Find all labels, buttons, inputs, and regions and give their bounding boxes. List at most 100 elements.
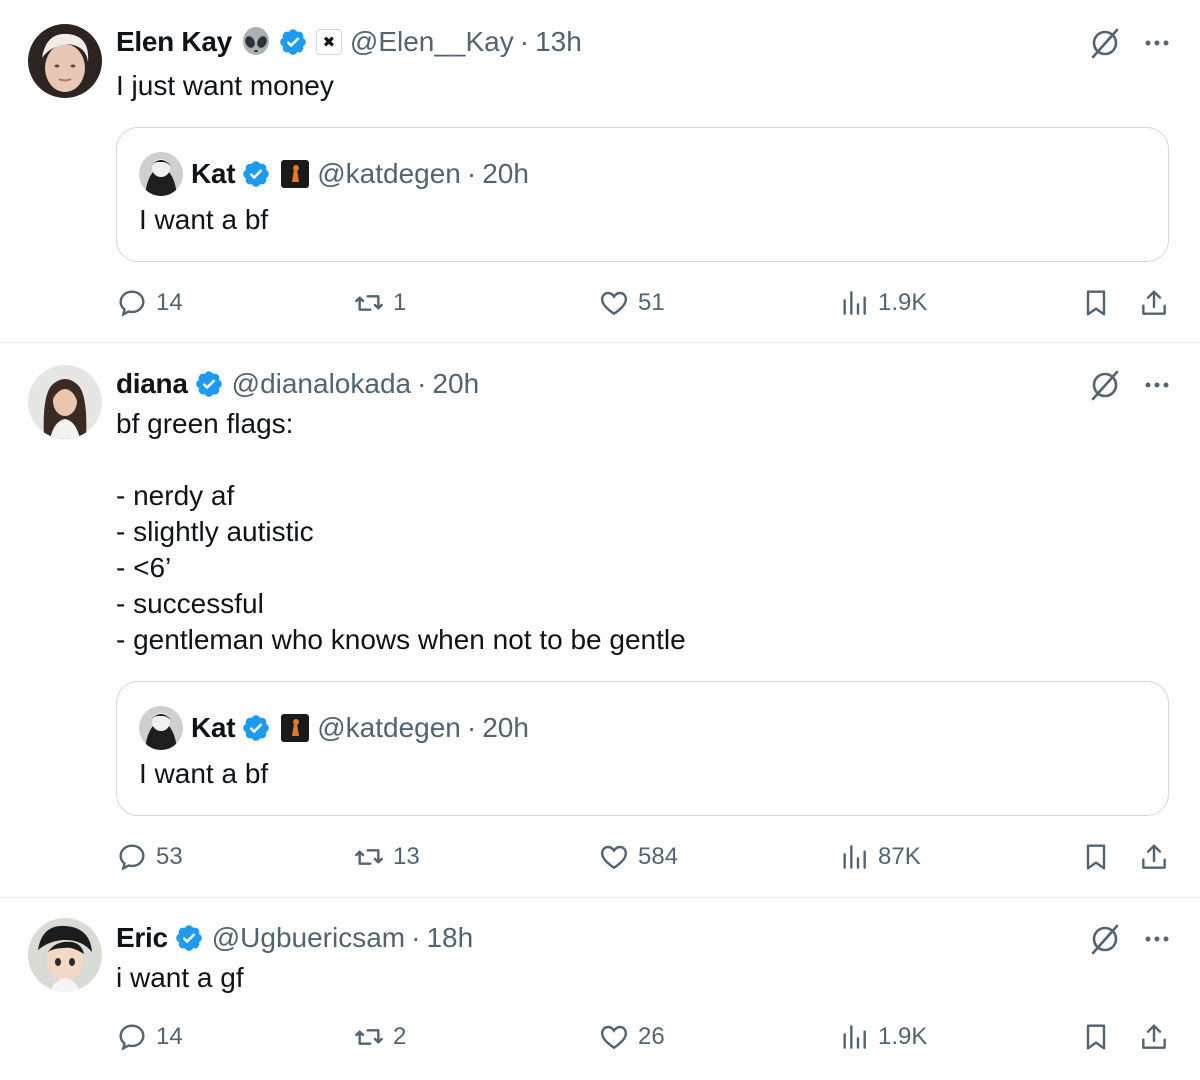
quote-timestamp[interactable]: 20h xyxy=(482,712,529,744)
author-name[interactable]: Eric xyxy=(116,922,168,954)
reply-icon xyxy=(119,290,145,317)
share-icon xyxy=(1142,844,1166,869)
author-name[interactable]: diana xyxy=(116,368,188,400)
author-handle[interactable]: @Ugbuericsam xyxy=(212,922,405,954)
repost-icon xyxy=(355,849,383,865)
quote-timestamp[interactable]: 20h xyxy=(482,158,529,190)
tweet-text: i want a gf xyxy=(116,962,244,993)
grok-icon[interactable] xyxy=(1088,922,1122,956)
verified-badge-icon xyxy=(241,713,271,743)
view-count: 87K xyxy=(878,843,921,870)
like-button[interactable]: 584 xyxy=(598,835,678,879)
tweet-actions: 14 1 51 1.9K xyxy=(116,281,1171,325)
grok-icon[interactable] xyxy=(1088,26,1122,60)
verified-badge-icon xyxy=(241,159,271,189)
author-handle[interactable]: @Elen__Kay xyxy=(350,26,514,58)
quote-header: Kat @katdegen · 20h xyxy=(139,152,529,196)
more-options-icon[interactable] xyxy=(1144,372,1170,398)
timestamp[interactable]: 13h xyxy=(535,26,582,58)
reply-count: 14 xyxy=(156,1023,183,1050)
tweet-actions: 53 13 584 87K xyxy=(116,835,1171,879)
timestamp[interactable]: 18h xyxy=(426,922,473,954)
views-button[interactable]: 1.9K xyxy=(838,281,927,325)
quote-avatar[interactable] xyxy=(139,152,183,196)
quote-text: I want a bf xyxy=(139,204,269,235)
tweet-header: Elen Kay ✖ @Elen__Kay · 13h xyxy=(116,22,582,62)
quote-avatar[interactable] xyxy=(139,706,183,750)
quote-author-handle[interactable]: @katdegen xyxy=(317,712,461,744)
verified-badge-icon xyxy=(194,369,224,399)
bookmark-button[interactable] xyxy=(1080,835,1112,879)
author-handle[interactable]: @dianalokada xyxy=(232,368,411,400)
analytics-icon xyxy=(843,845,866,869)
share-button[interactable] xyxy=(1138,835,1170,879)
avatar[interactable] xyxy=(28,365,102,439)
reply-count: 14 xyxy=(156,289,183,316)
tweet[interactable]: diana @dianalokada · 20h bf green flags:… xyxy=(0,343,1200,898)
share-button[interactable] xyxy=(1138,281,1170,325)
heart-icon xyxy=(600,291,628,316)
analytics-icon xyxy=(843,291,866,315)
verified-badge-icon xyxy=(174,923,204,953)
separator-dot: · xyxy=(411,922,421,953)
affiliation-badge-icon[interactable] xyxy=(281,160,310,188)
tweet-header: Eric @Ugbuericsam · 18h xyxy=(116,918,473,958)
heart-icon xyxy=(600,845,628,870)
repost-count: 13 xyxy=(393,843,420,870)
timestamp[interactable]: 20h xyxy=(432,368,479,400)
tweet-text: bf green flags: - nerdy af - slightly au… xyxy=(116,408,686,655)
bookmark-button[interactable] xyxy=(1080,281,1112,325)
tweet-text: I just want money xyxy=(116,70,334,101)
quote-author-name[interactable]: Kat xyxy=(191,712,236,744)
reply-button[interactable]: 53 xyxy=(116,835,183,879)
repost-button[interactable]: 13 xyxy=(353,835,420,879)
more-options-icon[interactable] xyxy=(1144,926,1170,952)
views-button[interactable]: 87K xyxy=(838,835,921,879)
tweet-header: diana @dianalokada · 20h xyxy=(116,364,479,404)
avatar[interactable] xyxy=(28,918,102,992)
tweet-actions: 14 2 26 1.9K xyxy=(116,1015,1171,1059)
separator-dot: · xyxy=(417,368,427,399)
quoted-tweet[interactable]: Kat @katdegen · 20h I want a bf xyxy=(116,681,1169,816)
bookmark-icon xyxy=(1086,1024,1106,1050)
author-name[interactable]: Elen Kay xyxy=(116,26,232,58)
tweet-top-icons xyxy=(1088,368,1170,402)
reply-icon xyxy=(119,1024,145,1051)
affiliation-badge-icon[interactable] xyxy=(281,714,310,742)
like-count: 584 xyxy=(638,843,679,870)
analytics-icon xyxy=(843,1025,866,1049)
repost-count: 2 xyxy=(393,1023,407,1050)
more-options-icon[interactable] xyxy=(1144,30,1170,56)
quoted-tweet[interactable]: Kat @katdegen · 20h I want a bf xyxy=(116,127,1169,262)
bookmark-button[interactable] xyxy=(1080,1015,1112,1059)
separator-dot: · xyxy=(466,712,477,743)
view-count: 1.9K xyxy=(878,1023,928,1050)
repost-icon xyxy=(355,295,383,311)
tweet[interactable]: Eric @Ugbuericsam · 18h i want a gf 14 2 xyxy=(0,898,1200,1080)
reply-button[interactable]: 14 xyxy=(116,1015,183,1059)
repost-button[interactable]: 2 xyxy=(353,1015,406,1059)
verified-badge-icon xyxy=(278,27,308,57)
like-button[interactable]: 26 xyxy=(598,1015,665,1059)
tweet-top-icons xyxy=(1088,922,1170,956)
share-icon xyxy=(1142,290,1166,315)
quote-author-name[interactable]: Kat xyxy=(191,158,236,190)
alien-icon xyxy=(240,26,272,58)
reply-button[interactable]: 14 xyxy=(116,281,183,325)
like-button[interactable]: 51 xyxy=(598,281,665,325)
separator-dot: · xyxy=(519,26,530,57)
bookmark-icon xyxy=(1086,844,1106,870)
repost-button[interactable]: 1 xyxy=(353,281,406,325)
avatar[interactable] xyxy=(28,24,102,98)
x-logo-icon[interactable]: ✖ xyxy=(315,29,342,55)
share-button[interactable] xyxy=(1138,1015,1170,1059)
heart-icon xyxy=(600,1025,628,1050)
views-button[interactable]: 1.9K xyxy=(838,1015,927,1059)
quote-author-handle[interactable]: @katdegen xyxy=(317,158,461,190)
view-count: 1.9K xyxy=(878,289,928,316)
like-count: 51 xyxy=(638,289,665,316)
tweet[interactable]: Elen Kay ✖ @Elen__Kay · 13h I just want … xyxy=(0,0,1200,343)
like-count: 26 xyxy=(638,1023,665,1050)
grok-icon[interactable] xyxy=(1088,368,1122,402)
tweet-top-icons xyxy=(1088,26,1170,60)
